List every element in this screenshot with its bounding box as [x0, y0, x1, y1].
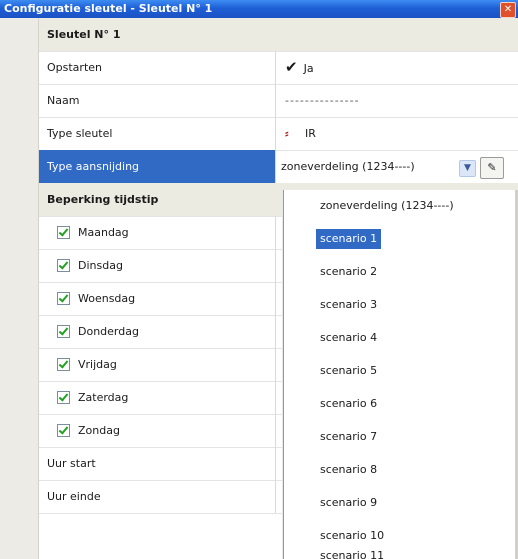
day-label-cell: Dinsdag [39, 249, 276, 282]
dropdown-option[interactable]: scenario 4 [316, 328, 381, 348]
day-label: Donderdag [78, 325, 139, 338]
day-label: Dinsdag [78, 259, 123, 272]
day-label: Woensdag [78, 292, 136, 305]
section-title: Sleutel N° 1 [47, 28, 121, 41]
day-label-cell: Zaterdag [39, 381, 276, 414]
property-label: Opstarten [39, 51, 276, 84]
property-value[interactable]: ✔ Ja [277, 51, 518, 84]
checkbox[interactable] [57, 258, 70, 272]
property-value[interactable]: ⸗ IR [277, 117, 518, 150]
property-row-name[interactable]: Naam --------------- [39, 84, 518, 118]
dropdown-option[interactable]: scenario 11 [316, 546, 388, 559]
dropdown-option[interactable]: scenario 7 [316, 427, 381, 447]
checkbox[interactable] [57, 390, 70, 404]
dropdown-option[interactable]: scenario 6 [316, 394, 381, 414]
property-row-key-type[interactable]: Type sleutel ⸗ IR [39, 117, 518, 151]
dropdown-option[interactable]: zoneverdeling (1234----) [316, 196, 458, 216]
day-label: Zaterdag [78, 391, 129, 404]
property-label: Type sleutel [39, 117, 276, 150]
window-title: Configuratie sleutel - Sleutel N° 1 [4, 2, 213, 15]
checkbox[interactable] [57, 423, 70, 437]
ir-key-icon: ⸗ [285, 127, 289, 140]
day-label: Maandag [78, 226, 129, 239]
cut-type-combobox[interactable]: zoneverdeling (1234----) ▼ ✎ [277, 150, 518, 183]
dropdown-option[interactable]: scenario 10 [316, 526, 388, 546]
dropdown-option[interactable]: scenario 2 [316, 262, 381, 282]
day-label-cell: Woensdag [39, 282, 276, 315]
property-label: Uur einde [39, 480, 276, 513]
day-label-cell: Donderdag [39, 315, 276, 348]
dropdown-option[interactable]: scenario 3 [316, 295, 381, 315]
dropdown-option[interactable]: scenario 9 [316, 493, 381, 513]
checkbox[interactable] [57, 324, 70, 338]
property-label: Uur start [39, 447, 276, 480]
property-row-startup[interactable]: Opstarten ✔ Ja [39, 51, 518, 85]
day-label: Vrijdag [78, 358, 117, 371]
name-value[interactable]: --------------- [277, 84, 518, 117]
dropdown-option[interactable]: scenario 5 [316, 361, 381, 381]
key-type-value: IR [305, 127, 316, 140]
property-row-cut-type[interactable]: Type aansnijding zoneverdeling (1234----… [39, 150, 518, 184]
edit-pencil-icon[interactable]: ✎ [480, 157, 504, 179]
close-icon[interactable]: ✕ [500, 2, 516, 18]
day-label: Zondag [78, 424, 120, 437]
cut-type-dropdown-list[interactable]: zoneverdeling (1234----) scenario 1 scen… [283, 190, 518, 559]
day-label-cell: Zondag [39, 414, 276, 447]
checkbox[interactable] [57, 225, 70, 239]
dropdown-option[interactable]: scenario 8 [316, 460, 381, 480]
property-label: Naam [39, 84, 276, 117]
combobox-value: zoneverdeling (1234----) [281, 160, 415, 173]
day-label-cell: Vrijdag [39, 348, 276, 381]
day-label-cell: Maandag [39, 216, 276, 249]
grid-row-gutter [0, 18, 39, 559]
dropdown-option-selected[interactable]: scenario 1 [316, 229, 382, 249]
section-header-key[interactable]: Sleutel N° 1 [39, 18, 518, 52]
chevron-down-icon[interactable]: ▼ [459, 160, 476, 177]
property-label: Type aansnijding [39, 150, 276, 183]
checkbox[interactable] [57, 357, 70, 371]
check-icon: ✔ [285, 58, 298, 76]
window-titlebar[interactable]: Configuratie sleutel - Sleutel N° 1 ✕ [0, 0, 518, 18]
startup-value: Ja [303, 62, 314, 75]
checkbox[interactable] [57, 291, 70, 305]
